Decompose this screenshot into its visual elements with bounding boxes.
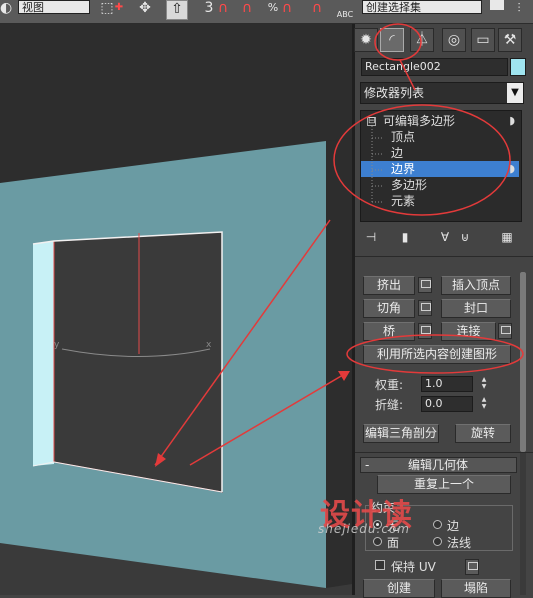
show-end-result-icon[interactable]: ▮	[396, 228, 414, 246]
create-tab-icon[interactable]: ✹	[354, 28, 378, 52]
lightbulb-icon[interactable]: ◗	[509, 161, 515, 177]
hierarchy-tab-icon[interactable]: ⏃	[410, 28, 434, 52]
stack-item-label: 顶点	[391, 130, 416, 144]
command-panel-tabs: ✹ ◜ ⏃ ◎ ▭ ⚒	[354, 26, 533, 54]
connect-settings-button[interactable]	[498, 323, 512, 339]
create-button[interactable]: 创建	[363, 579, 435, 598]
weight-spinner-arrows-icon[interactable]: ▲ ▼	[479, 376, 489, 392]
constraint-edge-radio[interactable]	[433, 520, 442, 529]
window-jamb	[33, 241, 54, 466]
collapse-button[interactable]: 塌陷	[441, 579, 511, 598]
angle-snap-icon[interactable]: ∩	[212, 0, 234, 20]
object-color-swatch[interactable]	[510, 58, 526, 76]
chevron-down-icon[interactable]: ▼	[507, 83, 523, 103]
magnet-icon[interactable]: ✚	[108, 0, 130, 20]
stack-item-label: 多边形	[391, 178, 428, 192]
turn-button[interactable]: 旋转	[455, 424, 511, 443]
remove-modifier-icon[interactable]: ⊍	[456, 228, 474, 246]
configure-modifier-sets-icon[interactable]: ▦	[498, 228, 516, 246]
scene-geometry	[0, 138, 352, 595]
stack-item-label: 边	[391, 146, 404, 160]
modifier-list-label: 修改器列表	[364, 86, 425, 100]
chamfer-button[interactable]: 切角	[363, 299, 415, 318]
view-combo[interactable]: 视图	[18, 0, 90, 14]
preserve-uv-settings-button[interactable]	[465, 559, 479, 575]
mirror-icon[interactable]: ⫶	[508, 0, 530, 20]
spinner-snap-magnet-icon[interactable]: ∩	[276, 0, 298, 20]
abc-icon[interactable]: ABC	[334, 0, 356, 20]
display-tab-icon[interactable]: ▭	[471, 28, 495, 52]
modifier-stack[interactable]: ⊟ 可编辑多边形 ◗ 顶点 边 边界 ◗ 多边形 元素	[360, 110, 522, 222]
weight-label: 权重:	[375, 378, 404, 392]
lightbulb-icon[interactable]: ◗	[509, 113, 515, 129]
axis-y-label: y	[54, 340, 60, 350]
modifier-list-dropdown[interactable]: 修改器列表 ▼	[360, 82, 524, 104]
make-unique-icon[interactable]: ∀	[436, 228, 454, 246]
stack-item-label: 元素	[391, 194, 416, 208]
utilities-tab-icon[interactable]: ⚒	[498, 28, 522, 52]
crease-spinner[interactable]: 0.0	[421, 396, 473, 412]
panel-scrollbar[interactable]	[520, 272, 526, 595]
insert-vertex-button[interactable]: 插入顶点	[441, 276, 511, 295]
preserve-uv-label: 保持 UV	[391, 560, 436, 574]
crease-spinner-arrows-icon[interactable]: ▲ ▼	[479, 396, 489, 412]
constraint-normal-radio[interactable]	[433, 537, 442, 546]
stack-tree-lines	[371, 126, 383, 203]
select-and-move-icon[interactable]: ⇧	[166, 0, 188, 20]
create-shape-from-selection-button[interactable]: 利用所选内容创建图形	[363, 345, 511, 364]
scroll-thumb[interactable]	[520, 272, 526, 452]
connect-button[interactable]: 连接	[441, 322, 496, 341]
window-opening	[53, 231, 223, 493]
edit-triangulation-button[interactable]: 编辑三角剖分	[363, 424, 439, 443]
constraint-face-label: 面	[387, 536, 400, 550]
crease-label: 折缝:	[375, 398, 404, 412]
percent-snap-icon[interactable]: ∩	[236, 0, 258, 20]
weight-spinner[interactable]: 1.0	[421, 376, 473, 392]
cap-button[interactable]: 封口	[441, 299, 511, 318]
bridge-settings-button[interactable]	[418, 323, 432, 339]
chamfer-settings-button[interactable]	[418, 300, 432, 316]
object-name-field[interactable]: Rectangle002	[361, 58, 508, 76]
stack-tools: ⊣ ▮ ∀ ⊍ ▦	[360, 228, 522, 246]
rollout-toggle: -	[365, 458, 370, 472]
dropdown-icon[interactable]	[490, 0, 504, 10]
modify-tab-icon[interactable]: ◜	[380, 28, 404, 52]
constraint-face-radio[interactable]	[373, 537, 382, 546]
extrude-button[interactable]: 挤出	[363, 276, 415, 295]
named-selection-set-combo[interactable]: 创建选择集	[362, 0, 482, 14]
constraint-normal-label: 法线	[447, 536, 472, 550]
edit-geometry-rollout-header[interactable]: - 编辑几何体	[360, 457, 517, 473]
watermark-url: shejiedu.com	[318, 522, 410, 536]
stack-item-label: 边界	[391, 162, 416, 176]
pin-stack-icon[interactable]: ⊣	[362, 228, 380, 246]
main-toolbar: ◐ 视图 ⬚ ✚ ✥ ⇧ 3 ∩ ∩ % ∩ ∩ ABC 创建选择集 ⫶	[0, 0, 533, 24]
stack-item-label: 可编辑多边形	[383, 114, 456, 128]
move-icon[interactable]: ✥	[134, 0, 156, 20]
preserve-uv-checkbox[interactable]	[375, 560, 385, 570]
constraint-edge-label: 边	[447, 519, 460, 533]
motion-tab-icon[interactable]: ◎	[442, 28, 466, 52]
extrude-settings-button[interactable]	[418, 277, 432, 293]
bridge-button[interactable]: 桥	[363, 322, 415, 341]
perspective-viewport[interactable]: y x	[0, 24, 352, 595]
axis-x-label: x	[206, 340, 212, 350]
edit-named-selection-icon[interactable]: ∩	[306, 0, 328, 20]
rollout-title: 编辑几何体	[408, 458, 469, 472]
select-filter-icon[interactable]: ◐	[0, 0, 12, 20]
